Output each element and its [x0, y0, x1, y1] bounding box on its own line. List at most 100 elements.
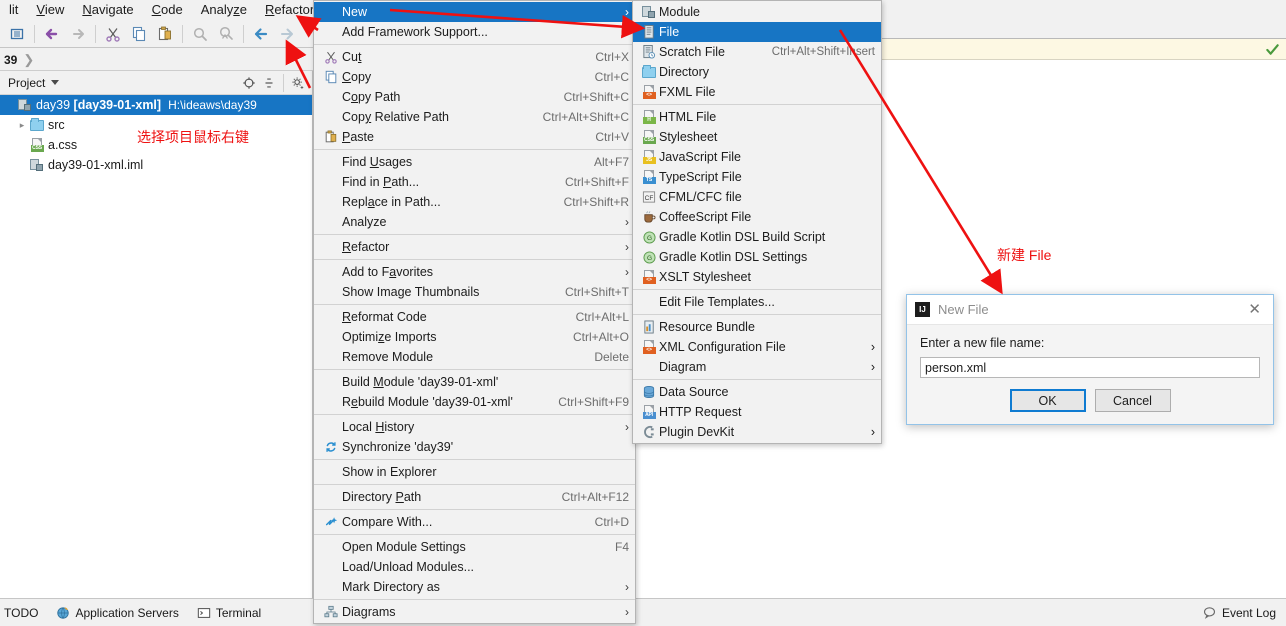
tree-node[interactable]: day39-01-xml.iml: [0, 155, 312, 175]
scratch-file-icon: [639, 45, 659, 59]
menu-item-label: JavaScript File: [659, 150, 741, 164]
menu-item-paste[interactable]: Paste Ctrl+V: [314, 127, 635, 147]
collapse-all-icon[interactable]: [259, 73, 279, 93]
menu-item-label: Gradle Kotlin DSL Build Script: [659, 230, 826, 244]
settings-icon[interactable]: [288, 73, 308, 93]
menu-item-copy-path[interactable]: Copy Path Ctrl+Shift+C: [314, 87, 635, 107]
menu-item-gradle-kotlin-dsl-settings[interactable]: G Gradle Kotlin DSL Settings: [633, 247, 881, 267]
menu-item-lit[interactable]: lit: [0, 0, 27, 20]
menu-item-resource-bundle[interactable]: Resource Bundle: [633, 317, 881, 337]
menu-item-open-module-settings[interactable]: Open Module Settings F4: [314, 537, 635, 557]
chevron-down-icon[interactable]: [45, 73, 65, 93]
menu-item-cut[interactable]: Cut Ctrl+X: [314, 47, 635, 67]
status-item-application-servers[interactable]: Application Servers: [56, 606, 179, 620]
status-item-terminal[interactable]: Terminal: [197, 606, 261, 620]
menu-item-file[interactable]: File: [633, 22, 881, 42]
toolbar-separator: [34, 24, 35, 43]
menu-item-find-in-path[interactable]: Find in Path... Ctrl+Shift+F: [314, 172, 635, 192]
menu-item-mark-directory-as[interactable]: Mark Directory as ›: [314, 577, 635, 597]
menu-item-label: Cut: [342, 50, 362, 64]
menu-item-stylesheet[interactable]: CSS Stylesheet: [633, 127, 881, 147]
menu-item-javascript-file[interactable]: JS JavaScript File: [633, 147, 881, 167]
menu-item-plugin-devkit[interactable]: Plugin DevKit ›: [633, 422, 881, 442]
menu-item-local-history[interactable]: Local History ›: [314, 417, 635, 437]
terminal-icon: [197, 606, 211, 620]
menu-item-analyze[interactable]: Analyze ›: [314, 212, 635, 232]
collapse-target-icon[interactable]: [239, 73, 259, 93]
menu-item-find-usages[interactable]: Find Usages Alt+F7: [314, 152, 635, 172]
status-item-label: TODO: [4, 605, 39, 620]
paste-icon[interactable]: [152, 22, 178, 46]
menu-item-typescript-file[interactable]: TS TypeScript File: [633, 167, 881, 187]
status-item-event-log[interactable]: Event Log: [1202, 605, 1276, 620]
back-arrow-icon[interactable]: [39, 22, 65, 46]
project-panel-title: Project: [8, 75, 46, 90]
menu-item-http-request[interactable]: API HTTP Request: [633, 402, 881, 422]
menu-item-code[interactable]: Code: [143, 0, 192, 20]
sync-icon[interactable]: [4, 22, 30, 46]
menu-item-new[interactable]: New ›: [314, 2, 635, 22]
menu-item-label: Diagrams: [342, 605, 396, 619]
menu-item-shortcut: Delete: [594, 350, 629, 364]
menu-item-scratch-file[interactable]: Scratch File Ctrl+Alt+Shift+Insert: [633, 42, 881, 62]
menu-item-compare-with[interactable]: Compare With... Ctrl+D: [314, 512, 635, 532]
chevron-right-icon: ›: [870, 340, 875, 354]
menu-item-xml-configuration-file[interactable]: <> XML Configuration File ›: [633, 337, 881, 357]
chevron-right-icon: ›: [625, 580, 629, 594]
new-submenu[interactable]: Module File Scratch File Ctrl+Alt+Shift+Ins…: [632, 0, 882, 444]
file-name-input[interactable]: [920, 357, 1260, 378]
dialog-prompt-label: Enter a new file name:: [920, 336, 1045, 350]
menu-item-copy-relative-path[interactable]: Copy Relative Path Ctrl+Alt+Shift+C: [314, 107, 635, 127]
menu-item-add-framework-support[interactable]: Add Framework Support...: [314, 22, 635, 42]
menu-item-fxml-file[interactable]: <> FXML File: [633, 82, 881, 102]
status-item-todo[interactable]: TODO: [4, 606, 38, 620]
menu-item-refactor[interactable]: Refactor ›: [314, 237, 635, 257]
menu-item-navigate[interactable]: Navigate: [73, 0, 142, 20]
menu-item-reformat-code[interactable]: Reformat Code Ctrl+Alt+L: [314, 307, 635, 327]
menu-item-rebuild-module-day39-01-xml[interactable]: Rebuild Module 'day39-01-xml' Ctrl+Shift+…: [314, 392, 635, 412]
menu-item-directory[interactable]: Directory: [633, 62, 881, 82]
menu-item-remove-module[interactable]: Remove Module Delete: [314, 347, 635, 367]
menu-item-label: Edit File Templates...: [659, 295, 775, 309]
menu-item-cfml-cfc-file[interactable]: CF CFML/CFC file: [633, 187, 881, 207]
menu-item-analyze[interactable]: Analyze: [192, 0, 256, 20]
menu-item-gradle-kotlin-dsl-build-script[interactable]: G Gradle Kotlin DSL Build Script: [633, 227, 881, 247]
copy-icon[interactable]: [126, 22, 152, 46]
menu-item-copy[interactable]: Copy Ctrl+C: [314, 67, 635, 87]
menu-item-directory-path[interactable]: Directory Path Ctrl+Alt+F12: [314, 487, 635, 507]
cancel-button[interactable]: Cancel: [1094, 389, 1171, 412]
tree-node[interactable]: day39 [day39-01-xml] H:\ideaws\day39: [0, 95, 312, 115]
ok-button[interactable]: OK: [1009, 389, 1086, 412]
menu-item-optimize-imports[interactable]: Optimize Imports Ctrl+Alt+O: [314, 327, 635, 347]
menu-item-show-image-thumbnails[interactable]: Show Image Thumbnails Ctrl+Shift+T: [314, 282, 635, 302]
cut-icon[interactable]: [100, 22, 126, 46]
menu-item-synchronize-day39[interactable]: Synchronize 'day39': [314, 437, 635, 457]
menu-item-label: Open Module Settings: [342, 540, 466, 554]
menu-item-view[interactable]: View: [27, 0, 73, 20]
menu-item-edit-file-templates[interactable]: Edit File Templates...: [633, 292, 881, 312]
menu-separator: [314, 414, 635, 415]
menu-item-coffeescript-file[interactable]: CoffeeScript File: [633, 207, 881, 227]
menu-item-label: Module: [659, 5, 700, 19]
menu-item-replace-in-path[interactable]: Replace in Path... Ctrl+Shift+R: [314, 192, 635, 212]
menu-item-add-to-favorites[interactable]: Add to Favorites ›: [314, 262, 635, 282]
menu-item-shortcut: Alt+F7: [593, 155, 629, 169]
menu-item-module[interactable]: Module: [633, 2, 881, 22]
menu-item-load-unload-modules[interactable]: Load/Unload Modules...: [314, 557, 635, 577]
menu-item-shortcut: Ctrl+Alt+Shift+C: [542, 110, 629, 124]
menu-item-xslt-stylesheet[interactable]: <> XSLT Stylesheet: [633, 267, 881, 287]
menu-item-diagrams[interactable]: Diagrams ›: [314, 602, 635, 622]
navigate-back-icon[interactable]: [248, 22, 274, 46]
expand-arrow-icon[interactable]: ▸: [16, 120, 28, 131]
menu-item-build-module-day39-01-xml[interactable]: Build Module 'day39-01-xml': [314, 372, 635, 392]
context-menu[interactable]: New › Add Framework Support... Cut Ctrl+X Cop…: [313, 0, 636, 624]
menu-item-data-source[interactable]: Data Source: [633, 382, 881, 402]
menu-item-diagram[interactable]: Diagram ›: [633, 357, 881, 377]
close-icon[interactable]: ✕: [1244, 302, 1265, 317]
ide-window: litViewNavigateCodeAnalyzeRefactorBuil: [0, 0, 1286, 626]
scissors-icon: [320, 50, 342, 64]
menu-item-label: Replace in Path...: [342, 195, 441, 209]
menu-item-show-in-explorer[interactable]: Show in Explorer: [314, 462, 635, 482]
menu-item-html-file[interactable]: H HTML File: [633, 107, 881, 127]
menu-item-label: Show in Explorer: [342, 465, 437, 479]
